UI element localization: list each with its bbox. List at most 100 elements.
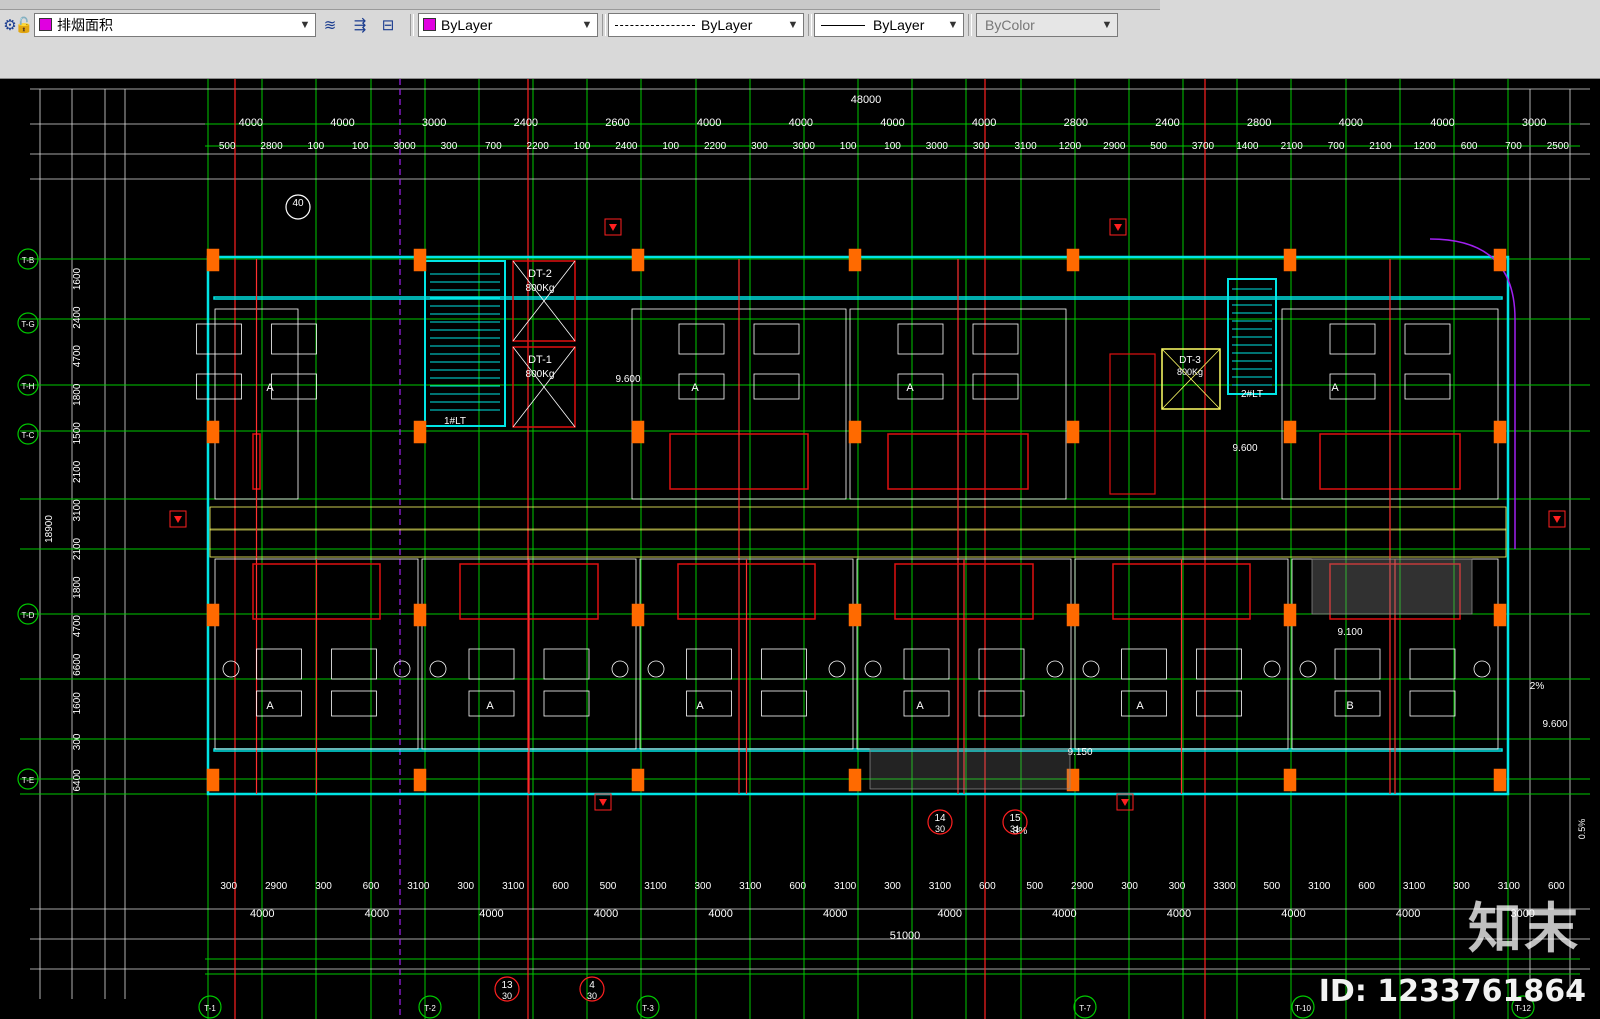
column — [413, 420, 427, 444]
table — [429, 660, 447, 678]
linetype-dropdown[interactable]: ByLayer ▼ — [608, 13, 804, 37]
bottom-subdimension: 300 — [457, 881, 474, 892]
bottom-subdimension: 300 — [220, 881, 237, 892]
bed — [686, 648, 732, 680]
level-mark: 9.150 — [1067, 747, 1092, 758]
table — [828, 660, 846, 678]
slope-mark: 2% — [1530, 681, 1545, 692]
bed — [1409, 648, 1456, 680]
column — [1283, 768, 1297, 792]
bottom-subdimension: 500 — [1263, 881, 1280, 892]
room-mark: A — [906, 382, 914, 394]
column — [848, 768, 862, 792]
plotstyle-value: ByColor — [985, 17, 1035, 33]
separator — [808, 14, 812, 36]
lineweight-value: ByLayer — [873, 17, 925, 33]
linetype-value: ByLayer — [701, 17, 753, 33]
bed — [761, 648, 807, 680]
left-dimension: 1500 — [72, 422, 83, 445]
color-dropdown[interactable]: ByLayer ▼ — [418, 13, 598, 37]
bottom-dimension: 4000 — [938, 908, 962, 920]
axis-label: T-10 — [1295, 1004, 1312, 1013]
column — [1493, 420, 1507, 444]
table — [1473, 660, 1491, 678]
bottom-dimension: 4000 — [1396, 908, 1420, 920]
top-dimension: 3000 — [1522, 117, 1546, 129]
top-dimension: 4000 — [1339, 117, 1363, 129]
match-layer-icon[interactable]: ⇶ — [350, 16, 370, 36]
brand-watermark: 知末 — [1468, 897, 1580, 960]
left-dimension: 4700 — [72, 615, 83, 638]
bed — [972, 373, 1019, 400]
room-mark: A — [916, 700, 924, 712]
bed — [1404, 323, 1451, 355]
bed — [543, 648, 590, 680]
top-dimension: 2400 — [514, 117, 538, 129]
bottom-subdimension: 3100 — [644, 881, 667, 892]
bed — [256, 648, 302, 680]
bed — [1329, 323, 1376, 355]
bed — [468, 648, 515, 680]
column — [413, 603, 427, 627]
axis-label: T-G — [21, 320, 34, 329]
top-dimension: 4000 — [972, 117, 996, 129]
bed — [331, 648, 377, 680]
bed — [271, 373, 317, 400]
total-dimension: 51000 — [890, 930, 921, 942]
section-arrow-icon — [609, 224, 617, 231]
bed — [256, 690, 302, 717]
separator — [602, 14, 606, 36]
stair-core — [424, 260, 506, 427]
bottom-subdimension: 2900 — [265, 881, 288, 892]
top-subdimension: 3700 — [1192, 141, 1215, 152]
top-subdimension: 2900 — [1103, 141, 1126, 152]
table — [864, 660, 882, 678]
bed — [1196, 648, 1242, 680]
top-subdimension: 100 — [884, 141, 901, 152]
layer-dropdown[interactable]: 排烟面积 ▼ — [34, 13, 316, 37]
bottom-subdimension: 3100 — [407, 881, 430, 892]
room-mark: A — [1136, 700, 1144, 712]
total-dimension: 18900 — [44, 515, 55, 543]
make-current-icon[interactable]: ≋ — [320, 16, 340, 36]
top-subdimension: 1200 — [1414, 141, 1437, 152]
table — [1299, 660, 1317, 678]
bottom-dimension: 4000 — [1052, 908, 1076, 920]
bed — [978, 648, 1025, 680]
left-dimension: 3100 — [72, 499, 83, 522]
room-mark: B — [1346, 700, 1353, 712]
column — [206, 603, 220, 627]
bottom-subdimension: 3100 — [929, 881, 952, 892]
top-subdimension: 2200 — [527, 141, 550, 152]
lineweight-dropdown[interactable]: ByLayer ▼ — [814, 13, 964, 37]
bed — [1409, 690, 1456, 717]
callout-sheet: 31 — [1010, 824, 1020, 834]
callout-sheet: 30 — [502, 991, 512, 1001]
column — [1493, 768, 1507, 792]
section-arrow-icon — [1114, 224, 1122, 231]
layer-previous-icon[interactable]: ⊟ — [378, 16, 398, 36]
bed — [678, 373, 725, 400]
top-subdimension: 100 — [662, 141, 679, 152]
column — [1066, 603, 1080, 627]
bottom-subdimension: 300 — [1169, 881, 1186, 892]
axis-label: T-B — [22, 256, 34, 265]
axis-label: T-E — [22, 776, 34, 785]
bottom-dimension: 4000 — [1167, 908, 1191, 920]
top-subdimension: 500 — [1150, 141, 1167, 152]
axis-label: T-H — [22, 382, 35, 391]
plotstyle-dropdown: ByColor ▼ — [976, 13, 1118, 37]
level-mark: 9.100 — [1337, 627, 1362, 638]
bed — [686, 690, 732, 717]
column — [848, 248, 862, 272]
bed — [543, 690, 590, 717]
bed — [897, 323, 944, 355]
hatched-area — [1311, 558, 1473, 615]
bottom-subdimension: 3100 — [739, 881, 762, 892]
floor-plan-drawing[interactable]: 480004000 4000 3000 2400 2600 4000 4000 4000 400… — [0, 79, 1600, 1019]
axis-label: T-3 — [642, 1004, 654, 1013]
drawing-canvas[interactable]: 48000 4000 4000 3000 2400 2600 4000 4000 4000 400… — [0, 79, 1600, 1019]
bed — [1196, 690, 1242, 717]
top-subdimension: 600 — [1461, 141, 1478, 152]
room-mark: A — [1331, 382, 1339, 394]
